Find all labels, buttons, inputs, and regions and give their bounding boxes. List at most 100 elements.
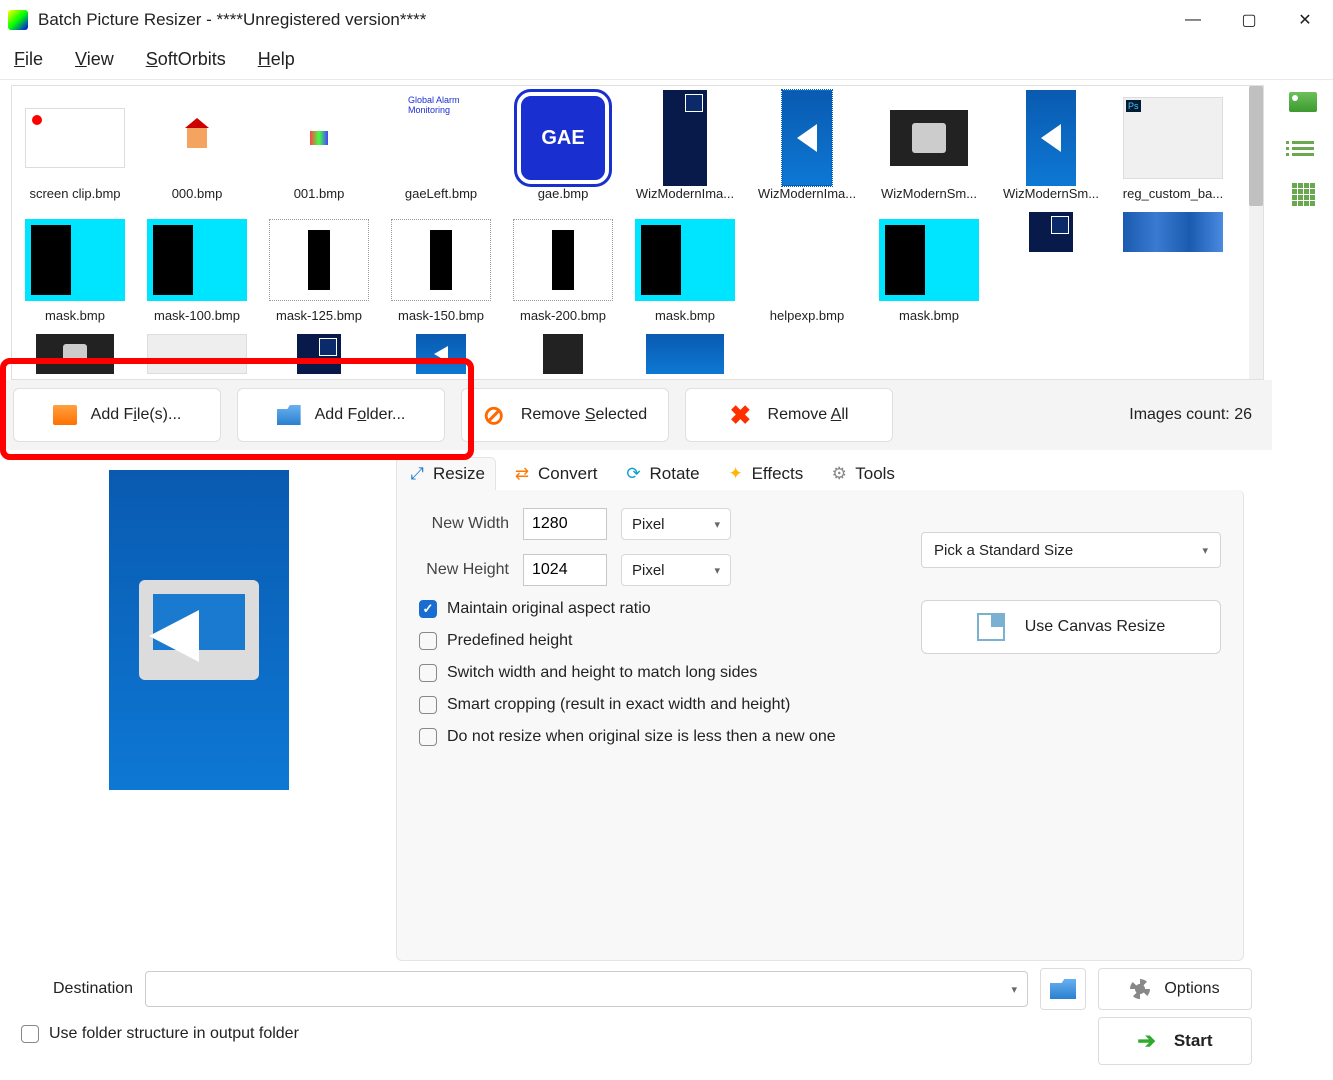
width-unit-select[interactable]: Pixel▾ — [621, 508, 731, 540]
thumb-label: mask-100.bmp — [154, 308, 240, 323]
thumb-item[interactable] — [1114, 212, 1232, 334]
thumb-label: 001.bmp — [294, 186, 345, 201]
thumb-item[interactable]: WizModernIma... — [626, 90, 744, 212]
tab-effects[interactable]: ✦Effects — [716, 458, 814, 490]
thumbnail-scrollbar[interactable] — [1249, 86, 1263, 379]
add-folder-button[interactable]: Add Folder... — [237, 388, 445, 442]
thumb-label: mask-125.bmp — [276, 308, 362, 323]
window-title: Batch Picture Resizer - ****Unregistered… — [38, 10, 426, 30]
thumb-item[interactable]: mask-100.bmp — [138, 212, 256, 334]
standard-size-select[interactable]: Pick a Standard Size▾ — [921, 532, 1221, 568]
thumb-item[interactable]: mask.bmp — [16, 212, 134, 334]
thumb-item[interactable] — [382, 334, 500, 380]
thumbnail-grid[interactable]: screen clip.bmp 000.bmp 001.bmp Global A… — [11, 85, 1264, 380]
view-table-button[interactable] — [1285, 182, 1321, 206]
add-files-button[interactable]: Add File(s)... — [13, 388, 221, 442]
height-unit-select[interactable]: Pixel▾ — [621, 554, 731, 586]
checkbox-icon — [419, 600, 437, 618]
destination-input[interactable]: ▾ — [145, 971, 1028, 1007]
thumb-label: mask.bmp — [45, 308, 105, 323]
effects-icon: ✦ — [726, 464, 746, 484]
bottom-bar: Use folder structure in output folder ➔S… — [1, 1017, 1272, 1079]
images-count: Images count: 26 — [1129, 406, 1260, 424]
tab-resize[interactable]: ⤢Resize — [396, 457, 496, 490]
thumb-label: reg_custom_ba... — [1123, 186, 1223, 201]
thumb-item[interactable]: GAEgae.bmp — [504, 90, 622, 212]
thumb-item[interactable] — [992, 212, 1110, 334]
remove-all-label: Remove All — [768, 406, 849, 424]
minimize-button[interactable]: — — [1165, 0, 1221, 40]
switch-wh-checkbox[interactable]: Switch width and height to match long si… — [419, 664, 1221, 682]
thumb-label: helpexp.bmp — [770, 308, 844, 323]
menu-help[interactable]: Help — [254, 45, 299, 74]
thumb-item[interactable]: Global Alarm MonitoringgaeLeft.bmp — [382, 90, 500, 212]
add-files-label: Add File(s)... — [91, 406, 182, 424]
new-width-input[interactable] — [523, 508, 607, 540]
checkbox-icon — [419, 728, 437, 746]
content-area: screen clip.bmp 000.bmp 001.bmp Global A… — [0, 80, 1333, 1080]
start-button[interactable]: ➔Start — [1098, 1017, 1252, 1065]
thumb-item[interactable] — [260, 334, 378, 380]
thumb-label: WizModernIma... — [758, 186, 856, 201]
chevron-down-icon: ▾ — [714, 518, 720, 531]
add-files-icon — [53, 405, 77, 425]
remove-all-button[interactable]: ✖ Remove All — [685, 388, 893, 442]
menu-softorbits[interactable]: SoftOrbits — [142, 45, 230, 74]
destination-bar: Destination ▾ Options — [1, 961, 1272, 1017]
remove-icon: ⊘ — [483, 405, 507, 425]
chevron-down-icon: ▾ — [714, 564, 720, 577]
gear-icon — [1130, 979, 1150, 999]
remove-selected-label: Remove Selected — [521, 406, 647, 424]
thumb-item[interactable] — [138, 334, 256, 380]
tab-tools[interactable]: ⚙Tools — [819, 458, 905, 490]
new-height-input[interactable] — [523, 554, 607, 586]
thumb-item[interactable]: mask.bmp — [870, 212, 988, 334]
tools-icon: ⚙ — [829, 464, 849, 484]
tab-convert[interactable]: ⇄Convert — [502, 458, 608, 490]
canvas-icon — [977, 613, 1005, 641]
tabs: ⤢Resize ⇄Convert ⟳Rotate ✦Effects ⚙Tools — [396, 454, 1244, 490]
view-thumbnails-button[interactable] — [1285, 90, 1321, 114]
main-column: screen clip.bmp 000.bmp 001.bmp Global A… — [0, 80, 1273, 1080]
window-controls: — ▢ ✕ — [1165, 0, 1333, 40]
thumb-item[interactable]: WizModernSm... — [870, 90, 988, 212]
thumb-item[interactable]: reg_custom_ba... — [1114, 90, 1232, 212]
folder-icon — [277, 405, 301, 425]
smart-cropping-checkbox[interactable]: Smart cropping (result in exact width an… — [419, 696, 1221, 714]
thumb-item[interactable]: helpexp.bmp — [748, 212, 866, 334]
new-width-label: New Width — [419, 515, 509, 533]
view-list-button[interactable] — [1285, 136, 1321, 160]
no-resize-checkbox[interactable]: Do not resize when original size is less… — [419, 728, 1221, 746]
maximize-button[interactable]: ▢ — [1221, 0, 1277, 40]
options-button[interactable]: Options — [1098, 968, 1252, 1010]
thumb-item[interactable]: WizModernIma... — [748, 90, 866, 212]
thumb-item[interactable]: screen clip.bmp — [16, 90, 134, 212]
thumb-item[interactable]: 000.bmp — [138, 90, 256, 212]
folder-icon — [1050, 979, 1076, 999]
tab-rotate[interactable]: ⟳Rotate — [614, 458, 710, 490]
canvas-resize-button[interactable]: Use Canvas Resize — [921, 600, 1221, 654]
chevron-down-icon: ▾ — [1011, 983, 1017, 996]
thumb-item[interactable]: mask.bmp — [626, 212, 744, 334]
menu-file[interactable]: File — [10, 45, 47, 74]
convert-icon: ⇄ — [512, 464, 532, 484]
thumb-item[interactable] — [626, 334, 744, 380]
destination-label: Destination — [53, 980, 133, 998]
thumb-item[interactable]: mask-150.bmp — [382, 212, 500, 334]
thumb-item[interactable]: mask-125.bmp — [260, 212, 378, 334]
lower-panel: ⤢Resize ⇄Convert ⟳Rotate ✦Effects ⚙Tools… — [1, 450, 1272, 961]
thumb-item[interactable]: WizModernSm... — [992, 90, 1110, 212]
thumb-item[interactable]: 001.bmp — [260, 90, 378, 212]
thumb-item[interactable] — [504, 334, 622, 380]
remove-selected-button[interactable]: ⊘ Remove Selected — [461, 388, 669, 442]
app-icon — [8, 10, 28, 30]
menu-view[interactable]: View — [71, 45, 118, 74]
thumb-item[interactable] — [16, 334, 134, 380]
close-button[interactable]: ✕ — [1277, 0, 1333, 40]
view-mode-strip — [1273, 80, 1333, 1080]
folder-structure-checkbox[interactable]: Use folder structure in output folder — [21, 1025, 299, 1043]
destination-browse-button[interactable] — [1040, 968, 1086, 1010]
checkbox-icon — [419, 696, 437, 714]
thumb-item[interactable]: mask-200.bmp — [504, 212, 622, 334]
table-icon — [1292, 183, 1315, 206]
